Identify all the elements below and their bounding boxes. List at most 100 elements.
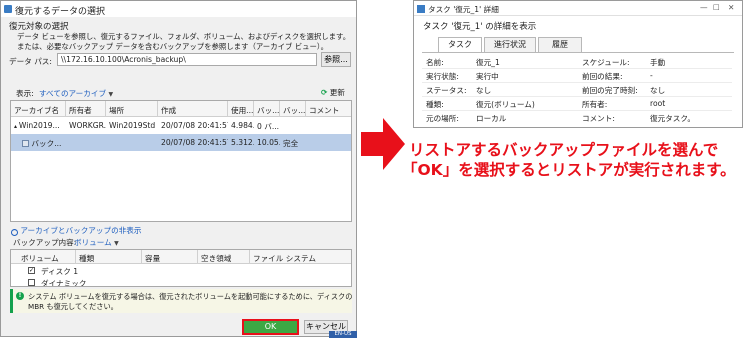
column-header[interactable]: 所有者 (66, 101, 106, 117)
column-header[interactable]: ファイル システム (250, 250, 351, 264)
close-icon[interactable]: ✕ (728, 3, 734, 12)
volume-name: ダイナミック (41, 279, 87, 286)
show-filter-dropdown[interactable]: すべてのアーカイブ ▼ (39, 88, 113, 99)
refresh-icon: ⟳ (321, 88, 328, 97)
field-value: root (650, 99, 666, 108)
volume-name: ディスク 1 (41, 267, 79, 276)
field-value: 復元タスク。 (650, 114, 695, 123)
tab-divider (422, 52, 734, 53)
used-cell: 5.312... (231, 138, 254, 147)
column-header[interactable]: 種類 (76, 250, 142, 264)
field-value: なし (476, 86, 492, 95)
annotation-line2: 「OK」を選択するとリストアが実行されます。 (402, 161, 736, 179)
column-header[interactable]: 使用... (228, 101, 254, 117)
field-value: なし (650, 86, 666, 95)
window-titlebar: タスク '復元_1' 詳細 — ☐ ✕ (414, 1, 742, 16)
field-label: 所有者: (582, 100, 608, 109)
column-header[interactable]: 作成 (158, 101, 228, 117)
field-value: - (650, 71, 653, 80)
ok-button[interactable]: OK (244, 321, 297, 333)
field-value: 復元(ボリューム) (476, 100, 535, 109)
created-cell: 20/07/08 20:41:57 (161, 121, 228, 130)
refresh-button[interactable]: ⟳ 更新 (321, 87, 345, 98)
field-label: 前回の完了時刻: (582, 86, 638, 95)
tab-progress[interactable]: 進行状況 (484, 37, 536, 52)
restore-select-dialog: 復元するデータの選択 復元対象の選択 データ ビューを参照し、復元するファイル、… (0, 0, 357, 338)
dialog-title: 復元するデータの選択 (1, 1, 356, 17)
checkbox[interactable] (28, 279, 35, 286)
chevron-down-icon: ▼ (114, 240, 119, 247)
description-text: データ ビューを参照し、復元するファイル、フォルダ、ボリューム、およびディスクを… (17, 32, 351, 51)
owner-cell: WORKGR... (69, 121, 106, 130)
refresh-label: 更新 (329, 88, 345, 97)
minimize-icon[interactable]: — (700, 3, 708, 12)
column-header[interactable]: バッ... (254, 101, 280, 117)
field-label: 前回の結果: (582, 72, 623, 81)
row-divider (422, 82, 732, 83)
window-heading: タスク '復元_1' の詳細を表示 (423, 22, 537, 32)
row-divider (422, 110, 732, 111)
backup-size-cell: 10.05... (257, 138, 280, 147)
task-details-window: タスク '復元_1' 詳細 — ☐ ✕ タスク '復元_1' の詳細を表示 タス… (413, 0, 743, 128)
field-value: ローカル (476, 114, 507, 123)
column-header[interactable]: アーカイブ名 (11, 101, 66, 117)
section-title: 復元対象の選択 (9, 22, 69, 32)
hide-archives-link[interactable]: ⌃ アーカイブとバックアップの非表示 (11, 225, 141, 236)
backup-icon (22, 140, 29, 147)
field-label: スケジュール: (582, 58, 630, 67)
field-label: ステータス: (426, 86, 467, 95)
column-header[interactable]: 容量 (142, 250, 198, 264)
location-cell: Win2019Std (109, 121, 156, 130)
field-label: 名前: (426, 58, 444, 67)
backup-content-value: ボリューム (74, 238, 112, 247)
hide-archives-label: アーカイブとバックアップの非表示 (20, 226, 142, 235)
collapse-icon: ⌃ (11, 229, 18, 236)
column-header[interactable]: ボリューム (11, 250, 76, 264)
backup-content-dropdown[interactable]: ボリューム ▼ (74, 237, 119, 248)
show-filter-value: すべてのアーカイブ (39, 89, 107, 98)
used-cell: 4.984... (231, 121, 254, 130)
backup-size-cell: 0 バ... (257, 122, 280, 131)
archive-name-cell: ▴ Win2019... (14, 121, 60, 130)
field-label: 実行状態: (426, 72, 459, 81)
row-divider (422, 96, 732, 97)
volume-table: ボリューム 種類 容量 空き領域 ファイル システム ✓ ディスク 1 ダイナミ… (10, 249, 352, 287)
row-divider (422, 68, 732, 69)
window-title: タスク '復元_1' 詳細 (428, 5, 499, 14)
backup-content-label: バックアップ内容: (13, 238, 77, 247)
path-input[interactable]: \\172.16.10.100\Acronis_backup\ (57, 53, 317, 66)
app-icon (4, 5, 12, 13)
archive-table: アーカイブ名 所有者 場所 作成 使用... バッ... バッ... コメント … (10, 100, 352, 222)
path-label: データ パス: (9, 57, 52, 66)
tab-task[interactable]: タスク (438, 37, 482, 53)
path-value: \\172.16.10.100\Acronis_backup\ (61, 55, 186, 64)
column-header[interactable]: コメント (306, 101, 351, 117)
field-label: コメント: (582, 114, 615, 123)
app-icon (417, 5, 425, 13)
column-header[interactable]: バッ... (280, 101, 306, 117)
column-header[interactable]: 空き領域 (198, 250, 250, 264)
field-value: 復元_1 (476, 58, 500, 67)
info-message: ! システム ボリュームを復元する場合は、復元されたボリュームを起動可能にするた… (10, 289, 352, 313)
ok-highlight: OK (242, 319, 299, 335)
info-icon: ! (16, 292, 24, 300)
column-header[interactable]: 場所 (106, 101, 158, 117)
backup-type-cell: 完全 (283, 139, 299, 148)
backup-name-cell: バック... (19, 138, 66, 149)
field-value: 実行中 (476, 72, 499, 81)
list-item[interactable]: ダイナミック (11, 277, 351, 286)
maximize-icon[interactable]: ☐ (713, 3, 720, 12)
checkbox[interactable]: ✓ (28, 267, 35, 274)
annotation-line1: リストアするバックアップファイルを選んで (409, 141, 719, 159)
field-label: 種類: (426, 100, 444, 109)
info-text-line1: システム ボリュームを復元する場合は、復元されたボリュームを起動可能にするために… (28, 292, 353, 301)
show-label: 表示: (16, 89, 34, 98)
info-text-line2: MBR も復元してください。 (28, 302, 118, 311)
list-item[interactable]: ✓ ディスク 1 (11, 265, 351, 277)
table-row-selected[interactable]: バック... 20/07/08 20:41:57 5.312... 10.05.… (11, 134, 351, 151)
table-row[interactable]: ▴ Win2019... WORKGR... Win2019Std 20/07/… (11, 118, 351, 133)
archive-table-header: アーカイブ名 所有者 場所 作成 使用... バッ... バッ... コメント (11, 101, 351, 117)
field-label: 元の場所: (426, 114, 459, 123)
tab-history[interactable]: 履歴 (538, 37, 582, 52)
browse-button[interactable]: 参照... (321, 52, 351, 67)
